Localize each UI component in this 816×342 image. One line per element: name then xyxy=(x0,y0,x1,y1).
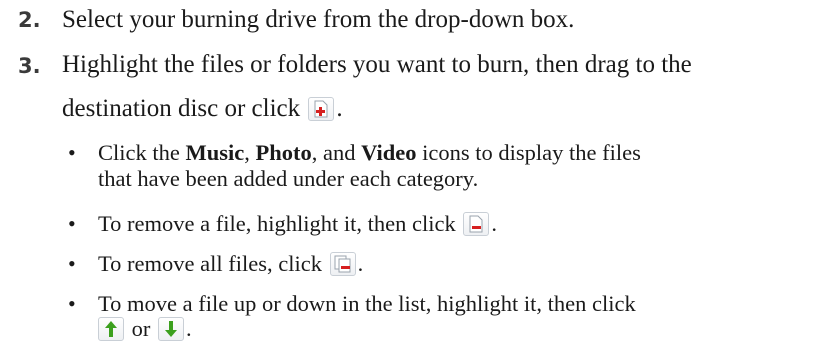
video-label: Video xyxy=(361,140,417,165)
step-number: 2. xyxy=(18,8,41,32)
step-text: Select your burning drive from the drop-… xyxy=(62,6,575,33)
bullet-text-line1: Click the Music, Photo, and Video icons … xyxy=(98,140,641,165)
move-down-icon[interactable] xyxy=(158,317,184,341)
bullet-dot: • xyxy=(68,211,76,236)
remove-file-icon[interactable] xyxy=(463,212,490,236)
bullet-text-line2: that have been added under each category… xyxy=(98,166,479,191)
bullet-text-line1: To move a file up or down in the list, h… xyxy=(98,291,636,316)
bullet-dot: • xyxy=(68,251,76,276)
step-text-line2: destination disc or click . xyxy=(62,95,343,122)
photo-label: Photo xyxy=(255,140,312,165)
bullet-dot: • xyxy=(68,291,76,316)
step-text-line1: Highlight the files or folders you want … xyxy=(62,51,692,78)
music-label: Music xyxy=(185,140,245,165)
add-file-icon[interactable] xyxy=(308,97,335,121)
remove-all-files-icon[interactable] xyxy=(329,252,356,276)
bullet-text: To remove a file, highlight it, then cli… xyxy=(98,211,497,236)
move-up-icon[interactable] xyxy=(98,317,124,341)
bullet-dot: • xyxy=(68,140,76,165)
bullet-text-line2: or . xyxy=(98,316,192,342)
bullet-text: To remove all files, click . xyxy=(98,251,364,276)
step-number: 3. xyxy=(18,54,41,78)
